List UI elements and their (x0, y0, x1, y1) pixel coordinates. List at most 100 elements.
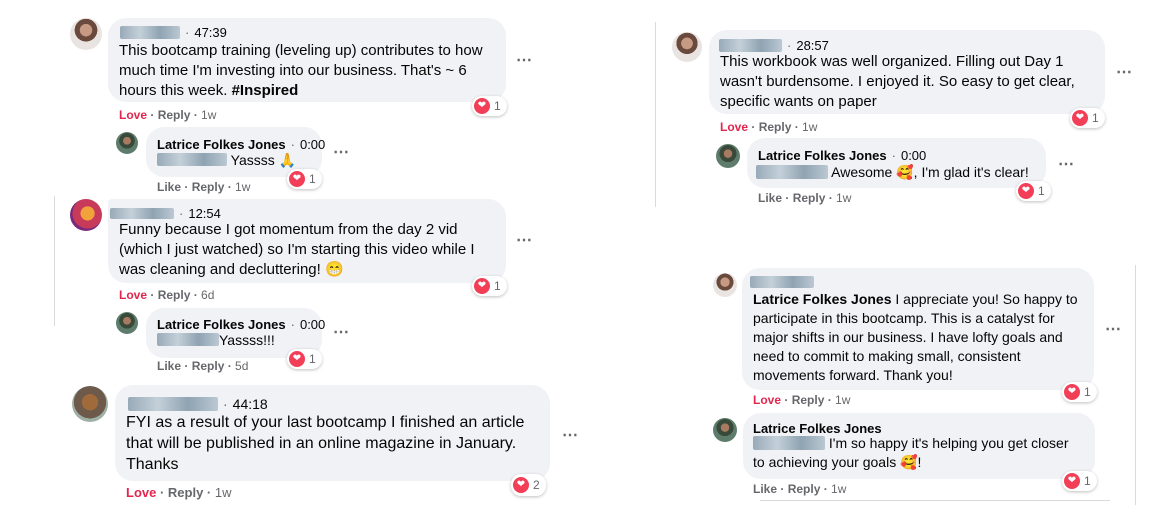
love-button[interactable]: Love (126, 485, 156, 500)
like-button[interactable]: Like (758, 191, 782, 205)
comment-age[interactable]: 1w (802, 120, 817, 134)
reaction-count[interactable]: ❤ 1 (1062, 471, 1097, 491)
reaction-count[interactable]: ❤ 1 (472, 276, 507, 296)
reaction-count-value: 1 (309, 352, 316, 366)
commenter-avatar[interactable] (70, 18, 102, 50)
more-options-icon[interactable]: ⋯ (333, 322, 350, 342)
love-reaction-icon: ❤ (289, 171, 305, 187)
comment-age[interactable]: 1w (835, 393, 850, 407)
reply-line: Yassss 🙏 (157, 150, 296, 170)
reaction-count[interactable]: ❤ 1 (1016, 181, 1051, 201)
reply-line: I'm so happy it's helping you get closer (753, 434, 1068, 453)
reply-text: Yassss 🙏 (157, 150, 296, 170)
reply-button[interactable]: Reply (192, 359, 225, 373)
separator-dot: · (203, 485, 215, 500)
separator-dot: · (223, 396, 228, 412)
reply-actions: Like · Reply · 1w (753, 482, 846, 496)
more-options-icon[interactable]: ⋯ (562, 425, 579, 445)
like-button[interactable]: Like (753, 482, 777, 496)
comment-timestamp[interactable]: 47:39 (194, 25, 227, 40)
comment-actions: Love · Reply · 1w (720, 120, 817, 134)
reply-timestamp[interactable]: 0:00 (300, 137, 325, 152)
reply-author-name[interactable]: Latrice Folkes Jones (758, 148, 887, 163)
commenter-avatar[interactable] (72, 386, 108, 422)
reply-button[interactable]: Reply (158, 108, 191, 122)
redacted-name (719, 39, 782, 52)
reply-line-text: Awesome (831, 164, 897, 180)
hashtag-link[interactable]: #Inspired (232, 82, 299, 99)
reaction-count[interactable]: ❤ 1 (1062, 382, 1097, 402)
comment-header: · 28:57 (719, 38, 829, 53)
reply-button[interactable]: Reply (793, 191, 826, 205)
comment-timestamp[interactable]: 44:18 (233, 396, 268, 412)
reaction-count[interactable]: ❤ 1 (1070, 108, 1105, 128)
commenter-avatar[interactable] (713, 273, 737, 297)
love-button[interactable]: Love (119, 108, 147, 122)
comment-actions: Love · Reply · 6d (119, 288, 214, 302)
love-button[interactable]: Love (119, 288, 147, 302)
comment-line-text: was cleaning and decluttering! (119, 261, 325, 278)
comment-line: Thanks (126, 456, 179, 473)
more-options-icon[interactable]: ⋯ (1105, 319, 1122, 339)
separator-dot: · (185, 25, 190, 40)
reply-timestamp[interactable]: 0:00 (300, 317, 325, 332)
comment-age[interactable]: 6d (201, 288, 214, 302)
separator-dot: · (787, 38, 792, 53)
love-button[interactable]: Love (753, 393, 781, 407)
reaction-count[interactable]: ❤ 2 (511, 474, 546, 496)
reaction-count-value: 2 (533, 478, 540, 492)
separator-dot: · (781, 393, 792, 407)
like-button[interactable]: Like (157, 180, 181, 194)
reaction-count-value: 1 (494, 279, 501, 293)
redacted-name (120, 26, 180, 39)
reply-author-avatar[interactable] (713, 418, 737, 442)
reply-age[interactable]: 1w (831, 482, 846, 496)
reply-author-avatar[interactable] (116, 132, 138, 154)
commenter-avatar[interactable] (70, 199, 102, 231)
crop-divider-center (655, 22, 656, 207)
reaction-count-value: 1 (309, 172, 316, 186)
reaction-count[interactable]: ❤ 1 (287, 349, 322, 369)
reply-age[interactable]: 1w (836, 191, 851, 205)
reaction-count-value: 1 (494, 99, 501, 113)
redacted-name (110, 208, 174, 219)
reply-button[interactable]: Reply (192, 180, 225, 194)
reply-button[interactable]: Reply (168, 485, 203, 500)
reaction-count-value: 1 (1084, 474, 1091, 488)
more-options-icon[interactable]: ⋯ (1116, 62, 1133, 82)
separator-dot: · (825, 191, 837, 205)
comment-line: movements forward. Thank you! (753, 367, 953, 383)
comment-age[interactable]: 1w (201, 108, 216, 122)
comment-line: This bootcamp training (leveling up) con… (119, 42, 483, 59)
reply-age[interactable]: 1w (235, 180, 250, 194)
more-options-icon[interactable]: ⋯ (1058, 154, 1075, 174)
reply-author-avatar[interactable] (116, 312, 138, 334)
author-mention-link[interactable]: Latrice Folkes Jones (753, 291, 892, 307)
commenter-avatar[interactable] (672, 32, 702, 62)
comment-line: major shifts in our business. I have lof… (753, 329, 1063, 345)
like-button[interactable]: Like (157, 359, 181, 373)
comment-timestamp[interactable]: 28:57 (796, 38, 829, 53)
grin-emoji: 😁 (324, 261, 344, 278)
reply-author-avatar[interactable] (716, 144, 740, 168)
love-button[interactable]: Love (720, 120, 748, 134)
love-reaction-icon: ❤ (289, 351, 305, 367)
comment-age[interactable]: 1w (215, 485, 232, 500)
reply-age[interactable]: 5d (235, 359, 248, 373)
reaction-count[interactable]: ❤ 1 (287, 169, 322, 189)
reply-button[interactable]: Reply (788, 482, 821, 496)
more-options-icon[interactable]: ⋯ (333, 142, 350, 162)
comment-line: need to commit to making small, consiste… (753, 348, 1021, 364)
comment-line: much time I'm investing into our busines… (119, 62, 467, 79)
reaction-count[interactable]: ❤ 1 (472, 96, 507, 116)
separator-dot: · (224, 359, 236, 373)
reply-line-text: I'm so happy it's helping you get closer (825, 435, 1069, 451)
reply-timestamp[interactable]: 0:00 (901, 148, 926, 163)
reply-button[interactable]: Reply (792, 393, 825, 407)
more-options-icon[interactable]: ⋯ (516, 230, 533, 250)
comment-timestamp[interactable]: 12:54 (188, 206, 221, 221)
reply-button[interactable]: Reply (158, 288, 191, 302)
reply-button[interactable]: Reply (759, 120, 792, 134)
more-options-icon[interactable]: ⋯ (516, 50, 533, 70)
separator-dot: · (791, 120, 803, 134)
